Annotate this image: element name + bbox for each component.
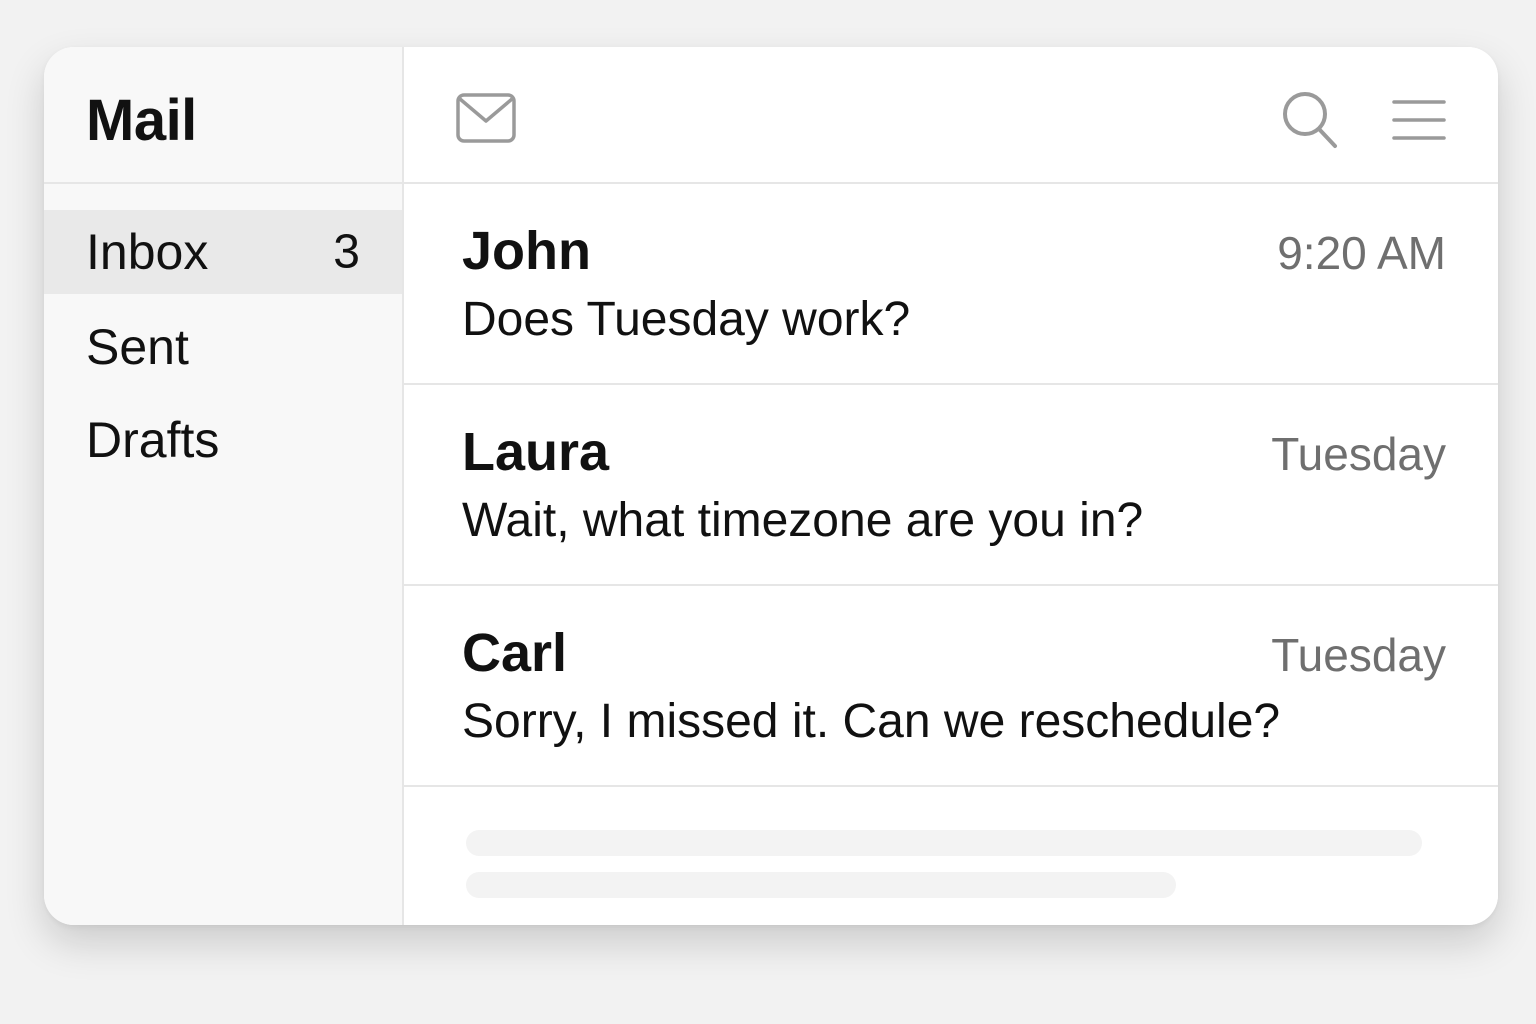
message-row-laura[interactable]: Laura Tuesday Wait, what timezone are yo… — [404, 385, 1498, 586]
message-sender: Laura — [462, 422, 610, 482]
folder-list: Inbox 3 Sent Drafts — [44, 210, 402, 486]
toolbar — [404, 47, 1498, 184]
message-time: 9:20 AM — [1277, 227, 1446, 279]
message-preview: Wait, what timezone are you in? — [462, 494, 1144, 547]
message-preview: Sorry, I missed it. Can we reschedule? — [462, 695, 1281, 748]
loading-placeholder-line — [466, 872, 1176, 898]
message-row-john[interactable]: John 9:20 AM Does Tuesday work? — [404, 184, 1498, 385]
sidebar-item-drafts[interactable]: Drafts — [44, 393, 402, 486]
unread-count-badge: 3 — [333, 225, 360, 279]
folder-label: Sent — [86, 318, 189, 375]
message-row-carl[interactable]: Carl Tuesday Sorry, I missed it. Can we … — [404, 586, 1498, 787]
mail-window: Mail Inbox 3 Sent Drafts John 9:20 AM Do… — [44, 47, 1498, 925]
loading-placeholder-line — [466, 830, 1422, 856]
message-time: Tuesday — [1271, 428, 1446, 480]
app-title: Mail — [86, 88, 197, 153]
sidebar-header: Mail — [44, 47, 402, 184]
menu-icon[interactable] — [1392, 99, 1446, 143]
sidebar: Mail Inbox 3 Sent Drafts — [44, 47, 404, 925]
folder-label: Inbox — [86, 224, 209, 280]
sidebar-item-sent[interactable]: Sent — [44, 300, 402, 393]
message-preview: Does Tuesday work? — [462, 293, 911, 346]
search-icon[interactable] — [1282, 91, 1338, 149]
mail-icon[interactable] — [456, 93, 516, 143]
message-sender: Carl — [462, 623, 568, 683]
sidebar-item-inbox[interactable]: Inbox 3 — [44, 210, 402, 294]
message-sender: John — [462, 221, 591, 281]
message-pane: John 9:20 AM Does Tuesday work? Laura Tu… — [404, 47, 1498, 925]
folder-label: Drafts — [86, 411, 220, 468]
message-time: Tuesday — [1271, 629, 1446, 681]
